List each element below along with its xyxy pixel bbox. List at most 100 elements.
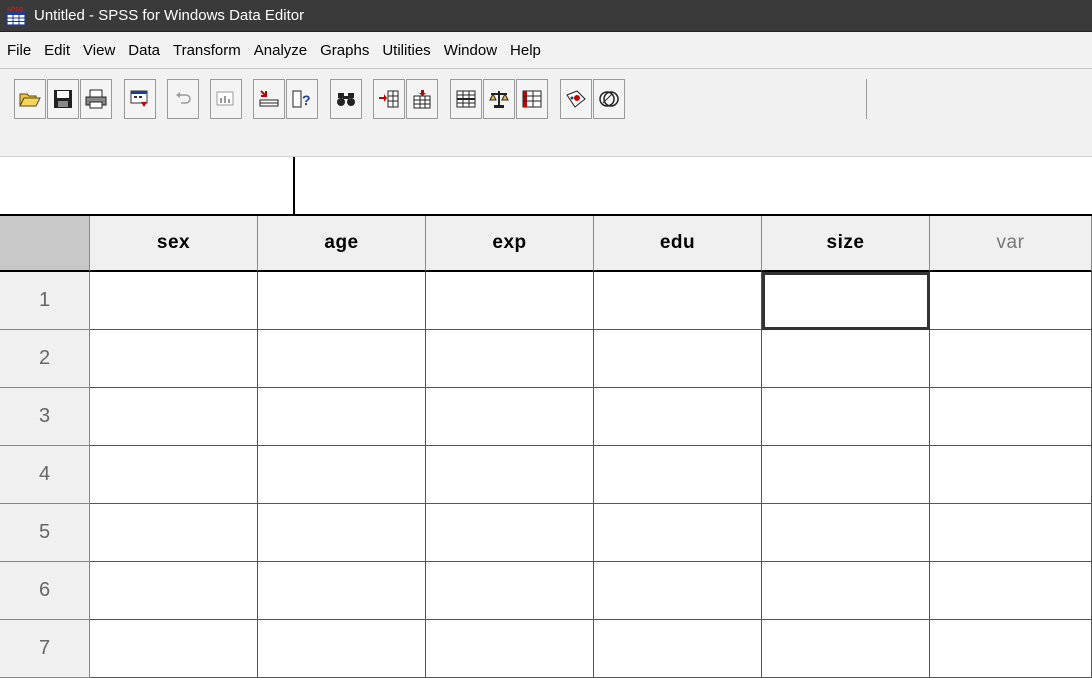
grid-cell[interactable] [426,330,594,388]
value-labels-button[interactable] [560,79,592,119]
grid-cell[interactable] [930,504,1092,562]
menu-transform[interactable]: Transform [166,42,247,59]
use-sets-button[interactable] [593,79,625,119]
menu-graphs[interactable]: Graphs [313,42,375,59]
column-header-exp[interactable]: exp [426,216,594,272]
grid-cell[interactable] [426,272,594,330]
dialog-recall-button[interactable] [124,79,156,119]
row-header-7[interactable]: 7 [0,620,90,678]
grid-cell[interactable] [762,620,930,678]
menu-data[interactable]: Data [121,42,166,59]
open-file-button[interactable] [14,79,46,119]
grid-cell[interactable] [90,388,258,446]
grid-cell[interactable] [762,562,930,620]
grid-cell[interactable] [426,504,594,562]
dialog-recall-icon [130,90,148,107]
undo-button[interactable] [167,79,199,119]
row-header-4[interactable]: 4 [0,446,90,504]
grid-cell[interactable] [258,562,426,620]
grid-cell[interactable] [930,562,1092,620]
grid-cell[interactable] [930,388,1092,446]
grid-cell[interactable] [762,330,930,388]
grid-cell[interactable] [762,446,930,504]
cell-reference-box[interactable] [0,157,295,215]
print-icon [85,89,107,109]
variables-info-icon: ? [292,90,311,108]
row-header-1[interactable]: 1 [0,272,90,330]
grid-cell[interactable] [426,562,594,620]
variables-button[interactable]: ? [286,79,318,119]
menu-edit[interactable]: Edit [37,42,76,59]
value-labels-icon [566,90,586,108]
grid-cell[interactable] [594,620,762,678]
grid-cell[interactable] [426,446,594,504]
menu-file[interactable]: File [0,42,37,59]
column-header-age[interactable]: age [258,216,426,272]
spss-app-icon[interactable]: SPSS [6,6,26,26]
grid-cell[interactable] [594,562,762,620]
row-header-6[interactable]: 6 [0,562,90,620]
menu-utilities[interactable]: Utilities [375,42,436,59]
grid-cell[interactable] [930,330,1092,388]
grid-corner[interactable] [0,216,90,272]
grid-cell[interactable] [90,504,258,562]
menu-bar: File Edit View Data Transform Analyze Graphs Ut… [0,32,1092,69]
cell-value-editor[interactable] [297,157,1092,215]
menu-view[interactable]: View [76,42,121,59]
active-grid-cell[interactable] [762,272,930,330]
menu-window[interactable]: Window [437,42,503,59]
grid-cell[interactable] [258,388,426,446]
insert-variable-icon [413,90,431,109]
goto-case-button[interactable] [253,79,285,119]
grid-cell[interactable] [258,446,426,504]
grid-cell[interactable] [594,272,762,330]
undo-icon [176,92,191,104]
grid-cell[interactable] [90,446,258,504]
grid-cell[interactable] [762,388,930,446]
row-header-3[interactable]: 3 [0,388,90,446]
weight-cases-button[interactable] [483,79,515,119]
select-cases-button[interactable] [516,79,548,119]
grid-cell[interactable] [930,446,1092,504]
insert-case-button[interactable] [373,79,405,119]
grid-cell[interactable] [258,504,426,562]
find-binoculars-icon [337,93,355,106]
grid-cell[interactable] [594,504,762,562]
column-header-var[interactable]: var [930,216,1092,272]
grid-cell[interactable] [90,272,258,330]
grid-cell[interactable] [90,562,258,620]
toolbar-separator [866,79,867,119]
print-button[interactable] [80,79,112,119]
grid-cell[interactable] [90,330,258,388]
menu-analyze[interactable]: Analyze [247,42,313,59]
insert-case-icon [379,90,399,108]
menu-help[interactable]: Help [503,42,547,59]
grid-cell[interactable] [594,446,762,504]
grid-cell[interactable] [426,388,594,446]
find-button[interactable] [330,79,362,119]
insert-variable-button[interactable] [406,79,438,119]
open-file-icon [19,93,41,107]
grid-cell[interactable] [930,272,1092,330]
column-header-size[interactable]: size [762,216,930,272]
save-button[interactable] [47,79,79,119]
grid-cell[interactable] [258,330,426,388]
weight-cases-icon [489,91,509,108]
grid-cell[interactable] [90,620,258,678]
grid-cell[interactable] [594,388,762,446]
column-header-edu[interactable]: edu [594,216,762,272]
column-header-sex[interactable]: sex [90,216,258,272]
grid-cell[interactable] [258,272,426,330]
window-title: Untitled - SPSS for Windows Data Editor [34,7,305,24]
split-file-button[interactable] [450,79,482,119]
use-sets-icon [599,91,619,107]
grid-cell[interactable] [258,620,426,678]
grid-cell[interactable] [426,620,594,678]
grid-cell[interactable] [762,504,930,562]
grid-cell[interactable] [930,620,1092,678]
goto-chart-button[interactable] [210,79,242,119]
row-header-2[interactable]: 2 [0,330,90,388]
toolbar: ? [0,69,1092,156]
row-header-5[interactable]: 5 [0,504,90,562]
grid-cell[interactable] [594,330,762,388]
